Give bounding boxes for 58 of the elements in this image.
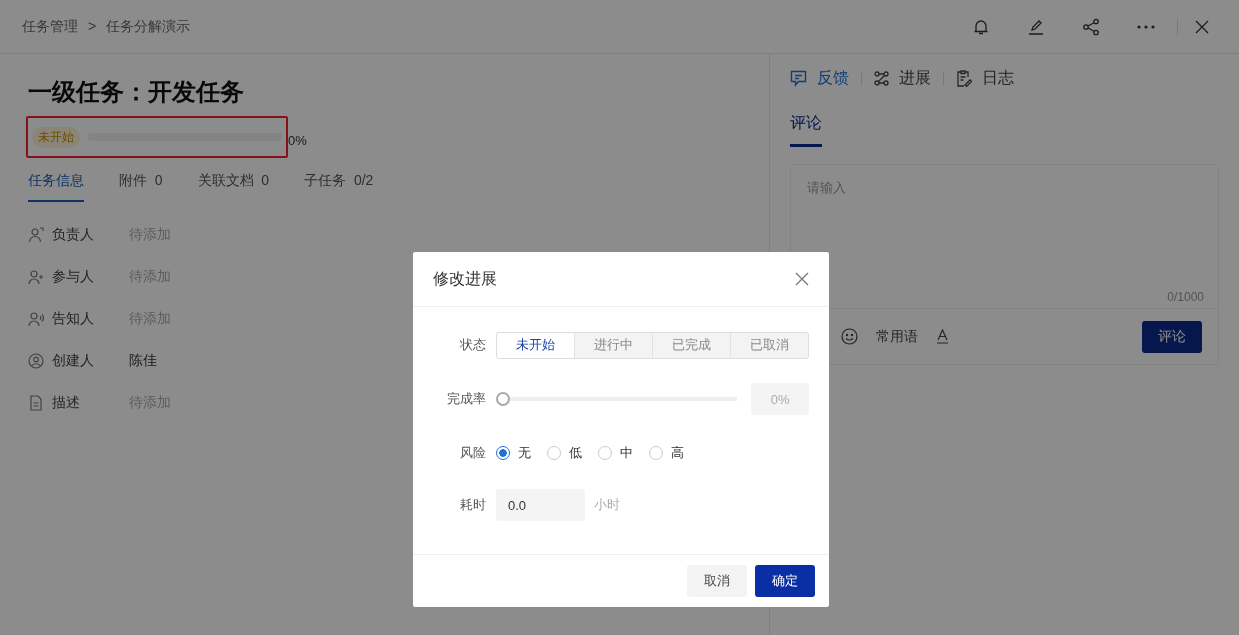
bell-icon[interactable]	[972, 17, 990, 36]
close-icon[interactable]	[1195, 19, 1209, 34]
document-icon	[28, 395, 44, 411]
nodes-icon	[874, 71, 889, 86]
breadcrumb-separator: >	[88, 17, 97, 36]
side-tab[interactable]: 进展	[874, 68, 931, 89]
dialog-title: 修改进展	[433, 268, 497, 289]
tab[interactable]: 关联文档 0	[197, 166, 270, 202]
person-signal-icon	[28, 311, 44, 327]
person-badge-icon	[28, 227, 44, 243]
radio-label[interactable]: 低	[569, 444, 582, 462]
text-format-icon[interactable]	[936, 329, 949, 344]
comment-icon	[790, 70, 807, 87]
more-icon[interactable]	[1137, 24, 1155, 29]
status-tag: 未开始	[32, 126, 80, 148]
duration-input[interactable]: 0.0	[496, 489, 585, 521]
field-label: 告知人	[52, 310, 95, 328]
close-icon[interactable]	[795, 272, 809, 286]
completion-field: 0%	[751, 383, 809, 415]
progress-reading: 0%	[288, 133, 307, 148]
user-circle-icon	[28, 353, 44, 369]
cancel-button[interactable]: 取消	[687, 565, 747, 597]
breadcrumb-link[interactable]: 任务管理	[22, 17, 78, 36]
field-label: 负责人	[52, 226, 95, 244]
task-title: 一级任务：开发任务	[28, 77, 245, 107]
breadcrumb-current: 任务分解演示	[106, 17, 191, 36]
confirm-button[interactable]: 确定	[755, 565, 815, 597]
radio-label[interactable]: 中	[620, 444, 633, 462]
status-option[interactable]: 已取消	[730, 332, 808, 358]
form-label: 风险	[459, 444, 486, 462]
unit-label: 小时	[594, 496, 620, 514]
radio-label[interactable]: 高	[671, 444, 684, 462]
slider-thumb[interactable]	[495, 392, 510, 406]
radio-label[interactable]: 无	[518, 444, 531, 462]
person-add-icon	[28, 269, 44, 285]
status-option[interactable]: 已完成	[652, 332, 730, 358]
character-counter: 0/1000	[1167, 290, 1204, 304]
field-label: 参与人	[52, 268, 95, 286]
radio-button[interactable]	[496, 446, 510, 460]
tab[interactable]: 子任务 0/2	[304, 166, 374, 202]
field-value: 陈佳	[129, 352, 157, 370]
form-label: 状态	[459, 336, 486, 354]
tab[interactable]: 任务信息	[28, 166, 84, 202]
form-label: 完成率	[445, 390, 486, 408]
share-icon[interactable]	[1082, 17, 1100, 36]
quick-phrases-button[interactable]: 常用语	[876, 327, 918, 346]
field-label: 描述	[52, 394, 81, 412]
comment-submit-button[interactable]: 评论	[1142, 320, 1202, 353]
clipboard-edit-icon	[956, 70, 972, 87]
field-label: 创建人	[52, 352, 95, 370]
tab[interactable]: 附件 0	[119, 166, 163, 202]
emoji-icon[interactable]	[841, 328, 858, 345]
form-label: 耗时	[459, 496, 486, 514]
side-tab[interactable]: 反馈	[790, 68, 849, 89]
comment-tab[interactable]: 评论	[790, 113, 822, 147]
side-tab[interactable]: 日志	[956, 68, 1014, 89]
status-option[interactable]: 进行中	[574, 332, 652, 358]
status-option[interactable]: 未开始	[497, 332, 574, 358]
